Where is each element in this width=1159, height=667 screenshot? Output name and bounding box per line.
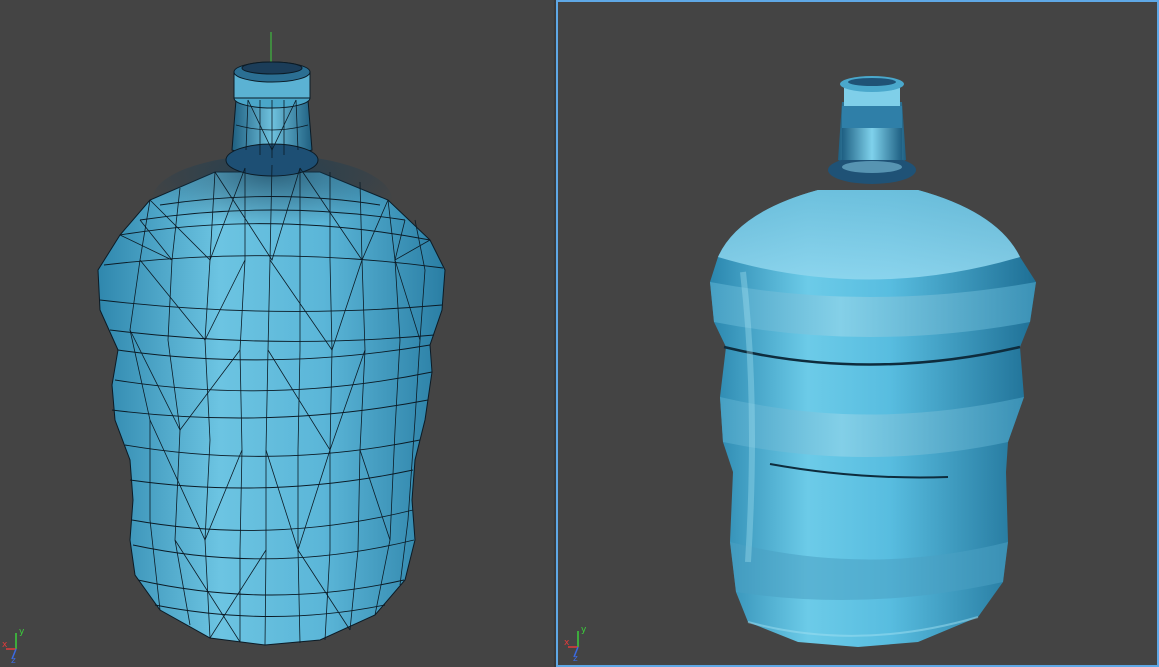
viewport-right-shaded[interactable]: y x z [556, 0, 1159, 667]
axis-label-y: y [19, 627, 25, 637]
viewport-workspace: y x z y x z [0, 0, 1159, 667]
axis-label-z: z [11, 656, 16, 663]
axis-label-y: y [581, 625, 587, 635]
axis-label-z: z [573, 654, 578, 661]
bottle-wireframe-render [97, 32, 446, 646]
axis-label-x: x [2, 640, 8, 650]
bottle-shaded-render [710, 76, 1036, 647]
axis-tripod-icon: y x z [2, 627, 25, 663]
axis-label-x: x [564, 638, 570, 648]
viewport-left-wireframe[interactable]: y x z [0, 0, 554, 667]
axis-tripod-icon: y x z [564, 625, 587, 661]
